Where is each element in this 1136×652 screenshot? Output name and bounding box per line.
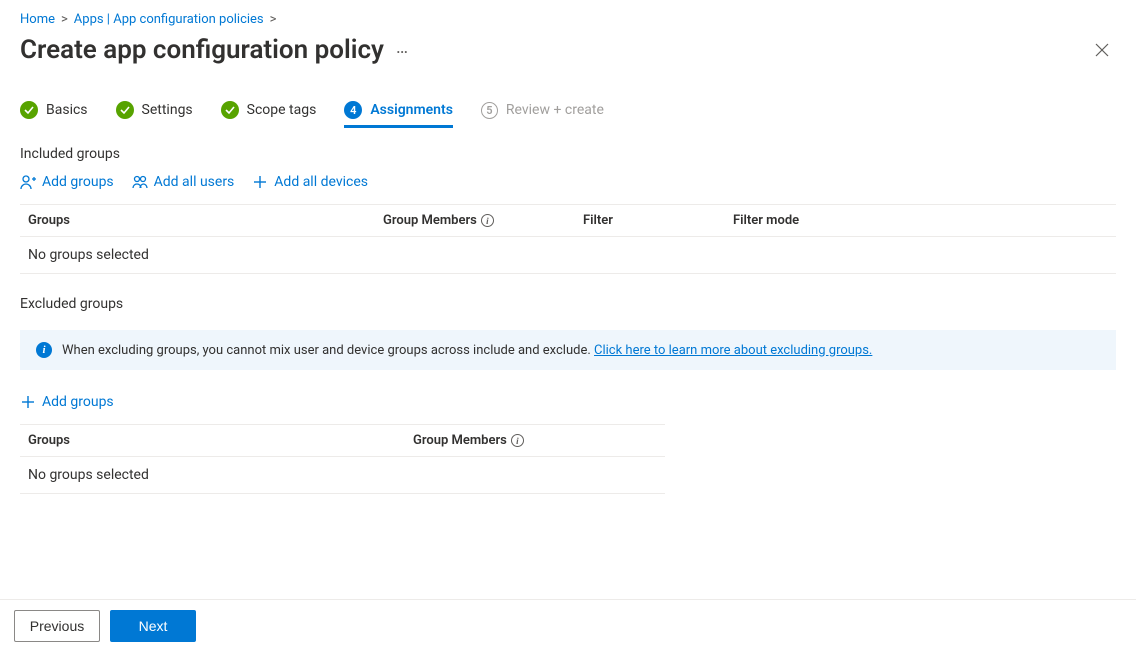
wizard-step-basics[interactable]: Basics xyxy=(20,101,88,128)
col-groups: Groups xyxy=(28,433,413,448)
check-icon xyxy=(20,101,38,119)
plus-icon xyxy=(252,174,268,190)
included-groups-table: Groups Group Members i Filter Filter mod… xyxy=(20,204,1116,274)
info-icon: i xyxy=(36,342,52,358)
wizard-step-label: Settings xyxy=(142,102,193,118)
wizard-step-assignments[interactable]: 4 Assignments xyxy=(344,101,453,128)
learn-more-link[interactable]: Click here to learn more about excluding… xyxy=(594,343,872,358)
page-title: Create app configuration policy xyxy=(20,35,384,65)
breadcrumb-home[interactable]: Home xyxy=(20,12,55,27)
action-label: Add groups xyxy=(42,174,114,190)
check-icon xyxy=(116,101,134,119)
close-icon xyxy=(1095,43,1109,57)
action-label: Add all devices xyxy=(274,174,368,190)
excluded-groups-heading: Excluded groups xyxy=(20,296,1116,312)
wizard-step-label: Review + create xyxy=(506,102,604,118)
wizard-footer: Previous Next xyxy=(0,599,1136,652)
wizard-step-label: Basics xyxy=(46,102,88,118)
excluded-actions: Add groups xyxy=(20,394,1116,410)
included-groups-heading: Included groups xyxy=(20,146,1116,162)
wizard-step-review-create: 5 Review + create xyxy=(481,102,604,128)
more-actions-button[interactable]: … xyxy=(396,39,410,61)
message-text: When excluding groups, you cannot mix us… xyxy=(62,343,872,358)
excluded-groups-empty: No groups selected xyxy=(20,457,665,494)
person-add-icon xyxy=(20,174,36,190)
next-button[interactable]: Next xyxy=(110,610,196,642)
people-icon xyxy=(132,174,148,190)
table-header: Groups Group Members i xyxy=(20,424,665,457)
col-group-members: Group Members i xyxy=(413,433,665,448)
included-groups-section: Included groups Add groups Add all users… xyxy=(20,146,1116,274)
wizard-step-settings[interactable]: Settings xyxy=(116,101,193,128)
title-row: Create app configuration policy … xyxy=(20,35,1116,65)
excluded-info-message: i When excluding groups, you cannot mix … xyxy=(20,330,1116,370)
excluded-groups-section: Excluded groups i When excluding groups,… xyxy=(20,296,1116,494)
breadcrumb-apps[interactable]: Apps | App configuration policies xyxy=(74,12,264,27)
step-number-icon: 5 xyxy=(481,102,498,119)
wizard-step-scope-tags[interactable]: Scope tags xyxy=(221,101,317,128)
action-label: Add all users xyxy=(154,174,235,190)
col-filter-mode: Filter mode xyxy=(733,213,1116,228)
add-groups-button[interactable]: Add groups xyxy=(20,174,114,190)
add-groups-button[interactable]: Add groups xyxy=(20,394,114,410)
wizard-tabs: Basics Settings Scope tags 4 Assignments… xyxy=(20,101,1116,128)
add-all-devices-button[interactable]: Add all devices xyxy=(252,174,368,190)
wizard-step-label: Scope tags xyxy=(247,102,317,118)
step-number-icon: 4 xyxy=(344,101,362,119)
wizard-step-label: Assignments xyxy=(370,102,453,118)
info-icon[interactable]: i xyxy=(481,214,494,227)
included-groups-empty: No groups selected xyxy=(20,237,1116,274)
chevron-right-icon: > xyxy=(61,12,68,27)
close-button[interactable] xyxy=(1088,36,1116,64)
chevron-right-icon: > xyxy=(270,12,277,27)
included-actions: Add groups Add all users Add all devices xyxy=(20,174,1116,190)
previous-button[interactable]: Previous xyxy=(14,610,100,642)
check-icon xyxy=(221,101,239,119)
col-groups: Groups xyxy=(28,213,383,228)
add-all-users-button[interactable]: Add all users xyxy=(132,174,235,190)
col-group-members: Group Members i xyxy=(383,213,583,228)
table-header: Groups Group Members i Filter Filter mod… xyxy=(20,204,1116,237)
action-label: Add groups xyxy=(42,394,114,410)
col-filter: Filter xyxy=(583,213,733,228)
breadcrumb: Home > Apps | App configuration policies… xyxy=(20,12,1116,27)
info-icon[interactable]: i xyxy=(511,434,524,447)
excluded-groups-table: Groups Group Members i No groups selecte… xyxy=(20,424,665,494)
plus-icon xyxy=(20,394,36,410)
